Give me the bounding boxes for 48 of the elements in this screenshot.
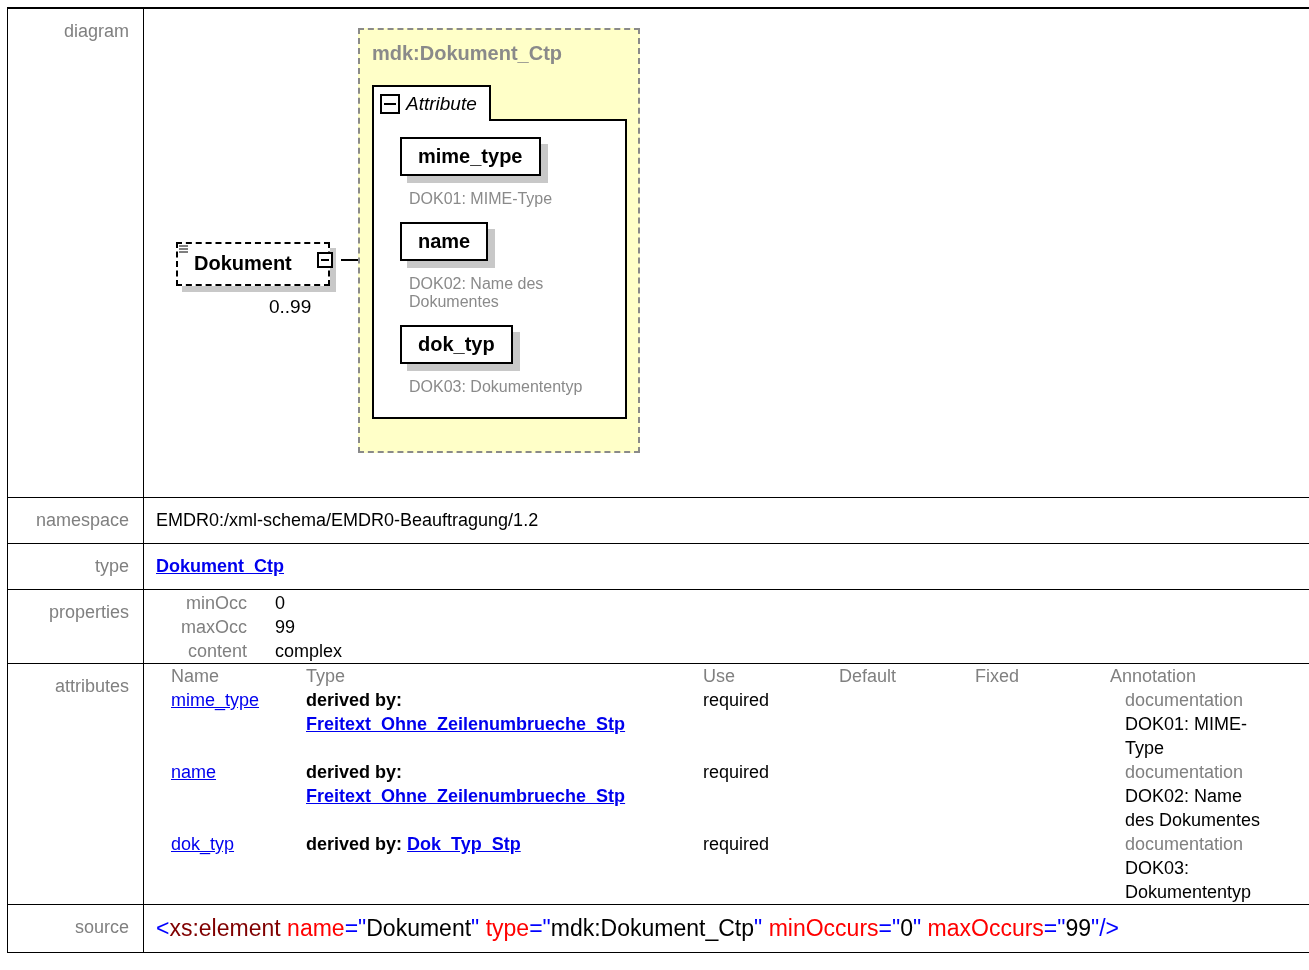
row-label: attributes bbox=[54, 676, 129, 696]
annotation-text: DOK03: Dokumententyp bbox=[1124, 857, 1253, 904]
use-value: required bbox=[703, 690, 770, 710]
annotation-label: documentation bbox=[1124, 761, 1245, 784]
column-header: Type bbox=[306, 665, 347, 688]
row-label: diagram bbox=[63, 21, 129, 41]
attribute-doc: DOK03: Dokumententyp bbox=[409, 378, 584, 396]
namespace-value: EMDR0:/xml-schema/EMDR0-Beauftragung/1.2 bbox=[156, 510, 539, 530]
derived-label: derived by: bbox=[306, 834, 403, 854]
row-label: type bbox=[94, 556, 129, 576]
annotation-text: DOK02: Name des Dokumentes bbox=[1124, 785, 1262, 832]
row-label: source bbox=[74, 917, 129, 937]
type-link[interactable]: Dokument_Ctp bbox=[156, 556, 284, 576]
column-header: Annotation bbox=[1110, 665, 1198, 688]
use-value: required bbox=[703, 834, 770, 854]
annotation-text: DOK01: MIME-Type bbox=[1124, 713, 1249, 760]
attribute-doc: DOK01: MIME-Type bbox=[409, 190, 554, 208]
attribute-link[interactable]: mime_type bbox=[171, 690, 260, 710]
attribute-link[interactable]: dok_typ bbox=[171, 834, 235, 854]
property-value: 99 bbox=[275, 616, 297, 639]
derived-label: derived by: bbox=[306, 762, 403, 782]
column-header: Name bbox=[171, 665, 220, 688]
row-label: namespace bbox=[35, 510, 129, 530]
type-link[interactable]: Freitext_Ohne_Zeilenumbrueche_Stp bbox=[306, 786, 626, 806]
property-name: content bbox=[186, 640, 247, 663]
derived-label: derived by: bbox=[306, 690, 403, 710]
annotation-label: documentation bbox=[1124, 833, 1245, 856]
list-icon bbox=[179, 245, 188, 254]
attribute-link[interactable]: name bbox=[171, 762, 217, 782]
use-value: required bbox=[703, 762, 770, 782]
type-title: mdk:Dokument_Ctp bbox=[372, 42, 563, 65]
occurrence-label: 0..99 bbox=[269, 296, 312, 318]
column-header: Default bbox=[839, 665, 898, 688]
property-name: minOcc bbox=[185, 592, 247, 615]
row-label: properties bbox=[48, 602, 129, 622]
attribute-doc: DOK02: Name des Dokumentes bbox=[409, 275, 545, 311]
property-value: complex bbox=[275, 640, 343, 663]
source-code: <xs:element name="Dokument" type="mdk:Dokument_Ctp" minOccurs="0" maxOccurs="99"/> bbox=[156, 915, 1120, 941]
collapse-icon[interactable] bbox=[317, 252, 333, 268]
collapse-icon[interactable] bbox=[380, 94, 400, 114]
column-header: Use bbox=[703, 665, 736, 688]
group-tab: Attribute bbox=[372, 85, 491, 121]
property-name: maxOcc bbox=[180, 616, 247, 639]
type-link[interactable]: Freitext_Ohne_Zeilenumbrueche_Stp bbox=[306, 714, 626, 734]
annotation-label: documentation bbox=[1124, 689, 1245, 712]
column-header: Fixed bbox=[975, 665, 1020, 688]
type-link[interactable]: Dok_Typ_Stp bbox=[407, 834, 521, 854]
property-value: 0 bbox=[275, 592, 286, 615]
